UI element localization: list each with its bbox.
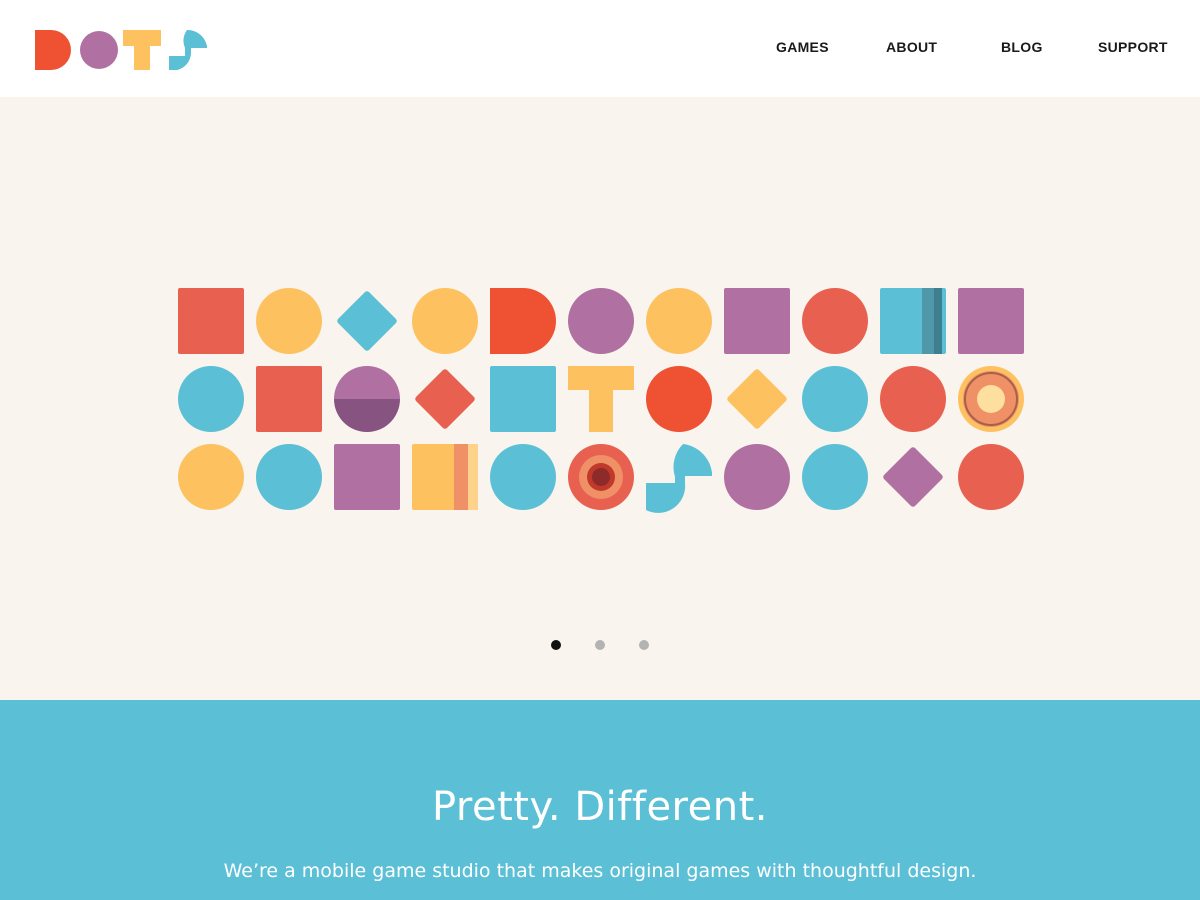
shape-yellow-ring-circle [958, 366, 1024, 432]
shape-orange-red-circle [646, 366, 712, 432]
shape-red-circle [802, 288, 868, 354]
shape-blue-circle [490, 444, 556, 510]
shape-red-square [178, 288, 244, 354]
shape-purple-circle [568, 288, 634, 354]
shape-blue-striped-square [880, 288, 946, 354]
nav-blog[interactable]: BLOG [1001, 39, 1043, 55]
shape-orange-red-d [490, 288, 556, 354]
shape-red-circle [880, 366, 946, 432]
shape-blue-square [490, 366, 556, 432]
shape-yellow-striped-square [412, 444, 478, 510]
carousel-dot-1[interactable] [551, 640, 561, 650]
shape-yellow-diamond [727, 369, 787, 429]
shape-yellow-circle [178, 444, 244, 510]
shape-blue-circle [178, 366, 244, 432]
shape-blue-diamond [337, 291, 397, 351]
shape-red-circle [958, 444, 1024, 510]
hero-carousel [0, 97, 1200, 700]
intro-headline: Pretty. Different. [432, 784, 768, 830]
top-header: GAMES ABOUT BLOG SUPPORT [0, 0, 1200, 97]
nav-games[interactable]: GAMES [776, 39, 829, 55]
shape-grid-illustration [178, 288, 1024, 513]
shape-purple-square [724, 288, 790, 354]
shape-red-square [256, 366, 322, 432]
shape-purple-square [334, 444, 400, 510]
shape-purple-square [958, 288, 1024, 354]
shape-purple-circle [724, 444, 790, 510]
shape-blue-s [646, 444, 712, 513]
intro-band: Pretty. Different. We’re a mobile game s… [0, 700, 1200, 900]
shape-blue-circle [802, 366, 868, 432]
shape-purple-half-circle [334, 366, 400, 432]
shape-yellow-circle [646, 288, 712, 354]
carousel-pager [0, 640, 1200, 652]
intro-tagline: We’re a mobile game studio that makes or… [223, 860, 977, 882]
shape-yellow-circle [412, 288, 478, 354]
shape-red-target-circle [568, 444, 634, 510]
shape-red-diamond [415, 369, 475, 429]
shape-blue-circle [802, 444, 868, 510]
shape-yellow-circle [256, 288, 322, 354]
shape-yellow-t [568, 366, 634, 432]
nav-about[interactable]: ABOUT [886, 39, 937, 55]
shape-purple-diamond [883, 447, 943, 507]
carousel-dot-3[interactable] [639, 640, 649, 650]
shape-blue-circle [256, 444, 322, 510]
main-nav: GAMES ABOUT BLOG SUPPORT [0, 39, 1200, 59]
carousel-dot-2[interactable] [595, 640, 605, 650]
nav-support[interactable]: SUPPORT [1098, 39, 1168, 55]
